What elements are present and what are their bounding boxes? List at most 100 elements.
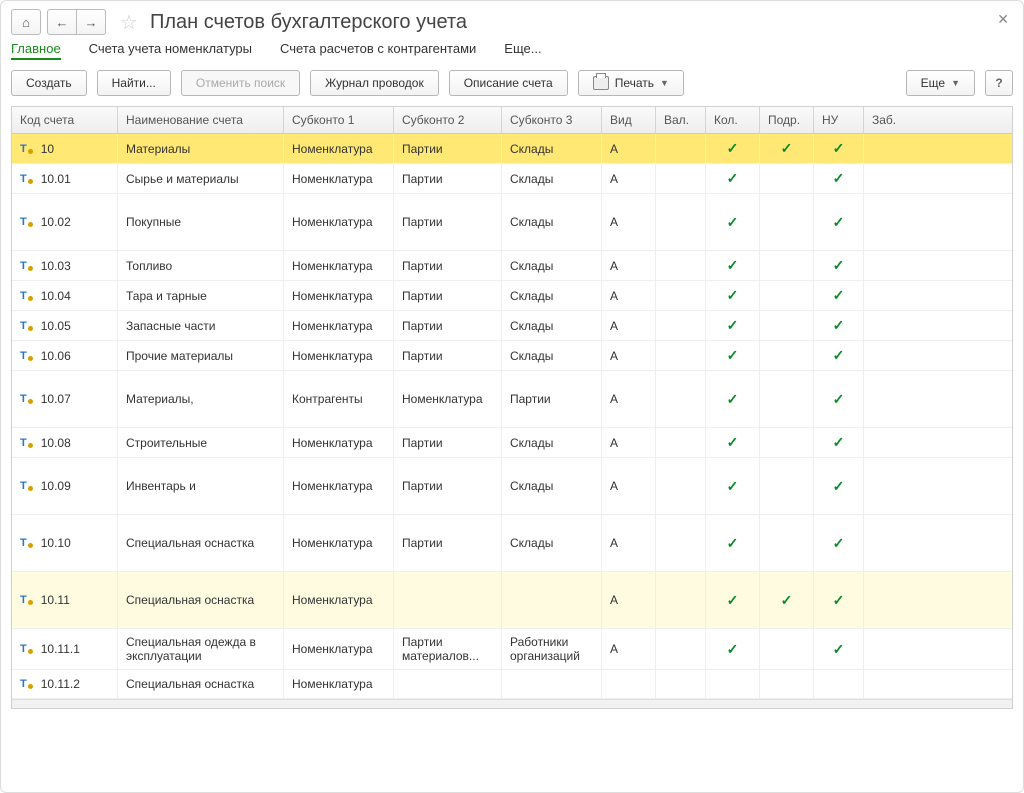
cell-off <box>864 515 910 571</box>
find-button[interactable]: Найти... <box>97 70 171 96</box>
check-icon: ✓ <box>833 434 845 451</box>
cell-off <box>864 371 910 427</box>
table-row[interactable]: T10.06Прочие материалыНоменклатураПартии… <box>12 341 1012 371</box>
cell-sub2: Партии <box>394 134 502 163</box>
code-text: 10.04 <box>41 289 71 303</box>
cell-tax <box>814 670 864 698</box>
close-icon[interactable]: ✕ <box>997 11 1009 28</box>
table-row[interactable]: T10.08СтроительныеНоменклатураПартииСкла… <box>12 428 1012 458</box>
code-text: 10.10 <box>41 536 71 550</box>
col-sub1[interactable]: Субконто 1 <box>284 107 394 133</box>
table-row[interactable]: T10МатериалыНоменклатураПартииСкладыА✓✓✓ <box>12 134 1012 164</box>
check-icon: ✓ <box>727 592 739 609</box>
check-icon: ✓ <box>833 140 845 157</box>
check-icon: ✓ <box>833 592 845 609</box>
back-button[interactable]: ← <box>47 9 77 35</box>
table-row[interactable]: T10.02ПокупныеНоменклатураПартииСкладыА✓… <box>12 194 1012 251</box>
cell-qty: ✓ <box>706 572 760 628</box>
col-dept[interactable]: Подр. <box>760 107 814 133</box>
col-qty[interactable]: Кол. <box>706 107 760 133</box>
describe-button[interactable]: Описание счета <box>449 70 568 96</box>
cell-code: T10.10 <box>12 515 118 571</box>
col-currency[interactable]: Вал. <box>656 107 706 133</box>
cell-off <box>864 670 910 698</box>
cell-dept <box>760 311 814 340</box>
cell-name: Сырье и материалы <box>118 164 284 193</box>
chevron-down-icon: ▼ <box>660 78 669 88</box>
check-icon: ✓ <box>727 347 739 364</box>
cell-code: T10.06 <box>12 341 118 370</box>
cell-name: Прочие материалы <box>118 341 284 370</box>
check-icon: ✓ <box>781 140 793 157</box>
print-button[interactable]: Печать ▼ <box>578 70 684 96</box>
tab-accounts[interactable]: Счета учета номенклатуры <box>89 41 252 60</box>
table-row[interactable]: T10.01Сырье и материалыНоменклатураПарти… <box>12 164 1012 194</box>
create-button[interactable]: Создать <box>11 70 87 96</box>
cell-name: Инвентарь и <box>118 458 284 514</box>
cell-sub3: Склады <box>502 515 602 571</box>
cell-off <box>864 458 910 514</box>
cell-tax: ✓ <box>814 371 864 427</box>
table-row[interactable]: T10.11Специальная оснасткаНоменклатураА✓… <box>12 572 1012 629</box>
cell-code: T10.04 <box>12 281 118 310</box>
col-sub3[interactable]: Субконто 3 <box>502 107 602 133</box>
table-row[interactable]: T10.11.1Специальная одежда в эксплуатаци… <box>12 629 1012 670</box>
cell-name: Материалы <box>118 134 284 163</box>
code-text: 10.08 <box>41 436 71 450</box>
table-row[interactable]: T10.07Материалы,КонтрагентыНоменклатураП… <box>12 371 1012 428</box>
cell-dept <box>760 281 814 310</box>
table-row[interactable]: T10.03ТопливоНоменклатураПартииСкладыА✓✓ <box>12 251 1012 281</box>
table-row[interactable]: T10.11.2Специальная оснасткаНоменклатура <box>12 670 1012 699</box>
cell-dept <box>760 670 814 698</box>
cell-sub3: Склады <box>502 251 602 280</box>
col-tax[interactable]: НУ <box>814 107 864 133</box>
cell-type: А <box>602 311 656 340</box>
cell-sub2: Партии <box>394 251 502 280</box>
cell-currency <box>656 428 706 457</box>
cell-name: Строительные <box>118 428 284 457</box>
forward-button[interactable]: → <box>77 9 106 35</box>
cell-sub2: Партии <box>394 428 502 457</box>
cell-currency <box>656 251 706 280</box>
cell-tax: ✓ <box>814 311 864 340</box>
check-icon: ✓ <box>833 347 845 364</box>
cell-code: T10.08 <box>12 428 118 457</box>
col-type[interactable]: Вид <box>602 107 656 133</box>
cell-qty: ✓ <box>706 515 760 571</box>
table-row[interactable]: T10.04Тара и тарныеНоменклатураПартииСкл… <box>12 281 1012 311</box>
more-label: Еще <box>921 76 945 90</box>
table-row[interactable]: T10.05Запасные частиНоменклатураПартииСк… <box>12 311 1012 341</box>
col-code[interactable]: Код счета <box>12 107 118 133</box>
tab-settlements[interactable]: Счета расчетов с контрагентами <box>280 41 476 60</box>
account-icon: T <box>20 594 33 606</box>
cell-name: Тара и тарные <box>118 281 284 310</box>
col-name[interactable]: Наименование счета <box>118 107 284 133</box>
cell-type: А <box>602 281 656 310</box>
cell-sub1: Номенклатура <box>284 194 394 250</box>
cell-sub3: Склады <box>502 428 602 457</box>
cell-name: Специальная одежда в эксплуатации <box>118 629 284 669</box>
col-off[interactable]: Заб. <box>864 107 910 133</box>
cell-code: T10.01 <box>12 164 118 193</box>
cell-qty <box>706 670 760 698</box>
cell-qty: ✓ <box>706 341 760 370</box>
cell-currency <box>656 371 706 427</box>
cell-dept <box>760 629 814 669</box>
more-button[interactable]: Еще ▼ <box>906 70 975 96</box>
horizontal-scrollbar[interactable] <box>12 699 1012 708</box>
help-button[interactable]: ? <box>985 70 1013 96</box>
table-row[interactable]: T10.10Специальная оснасткаНоменклатураПа… <box>12 515 1012 572</box>
favorite-star-icon[interactable]: ☆ <box>120 10 138 35</box>
cell-dept: ✓ <box>760 134 814 163</box>
home-button[interactable]: ⌂ <box>11 9 41 35</box>
cell-tax: ✓ <box>814 194 864 250</box>
tab-main[interactable]: Главное <box>11 41 61 60</box>
tab-more[interactable]: Еще... <box>504 41 541 60</box>
journal-button[interactable]: Журнал проводок <box>310 70 439 96</box>
code-text: 10.01 <box>41 172 71 186</box>
table-row[interactable]: T10.09Инвентарь иНоменклатураПартииСклад… <box>12 458 1012 515</box>
cell-qty: ✓ <box>706 458 760 514</box>
account-icon: T <box>20 216 33 228</box>
account-icon: T <box>20 143 33 155</box>
col-sub2[interactable]: Субконто 2 <box>394 107 502 133</box>
